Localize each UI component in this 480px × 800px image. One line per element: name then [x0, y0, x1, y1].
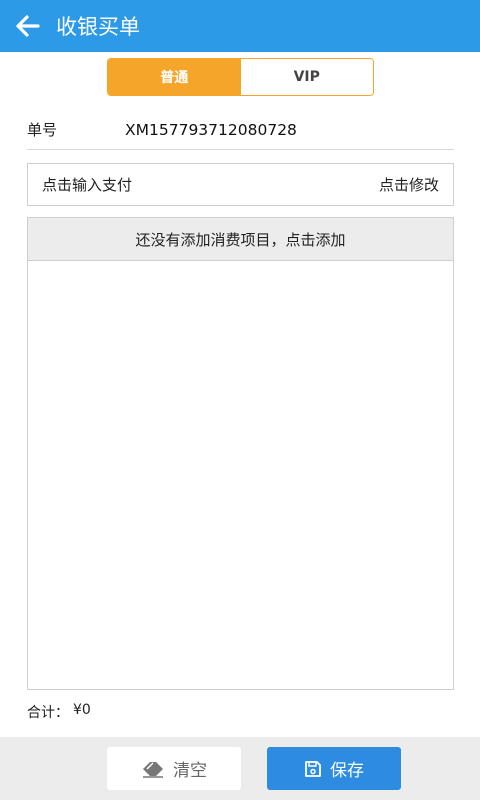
payment-modify-label[interactable]: 点击修改 [379, 174, 439, 195]
member-type-toggle: 普通 VIP [107, 58, 374, 96]
payment-input-label[interactable]: 点击输入支付 [42, 174, 132, 195]
total-label: 合计： [27, 705, 69, 721]
segment-vip[interactable]: VIP [240, 59, 373, 95]
order-number-row: 单号 XM157793712080728 [27, 110, 454, 150]
total-row: 合计： ¥0 [27, 702, 91, 722]
segment-normal[interactable]: 普通 [108, 59, 241, 95]
add-items-prompt[interactable]: 还没有添加消费项目，点击添加 [28, 218, 453, 261]
arrow-left-icon [16, 15, 40, 37]
bottom-action-bar: 清空 保存 [0, 737, 480, 800]
back-button[interactable] [0, 0, 56, 52]
save-button-label: 保存 [330, 761, 364, 781]
order-number-label: 单号 [27, 121, 58, 139]
order-number-value: XM157793712080728 [125, 120, 297, 139]
app-header: 收银买单 [0, 0, 480, 52]
clear-button-label: 清空 [173, 761, 207, 781]
total-value: ¥0 [73, 702, 91, 718]
page-title: 收银买单 [56, 15, 140, 39]
payment-row[interactable]: 点击输入支付 点击修改 [27, 163, 454, 206]
eraser-icon [141, 760, 165, 778]
floppy-disk-icon [304, 760, 322, 778]
consumption-items-list: 还没有添加消费项目，点击添加 [27, 217, 454, 690]
save-button[interactable]: 保存 [267, 747, 401, 790]
clear-button[interactable]: 清空 [107, 747, 241, 790]
